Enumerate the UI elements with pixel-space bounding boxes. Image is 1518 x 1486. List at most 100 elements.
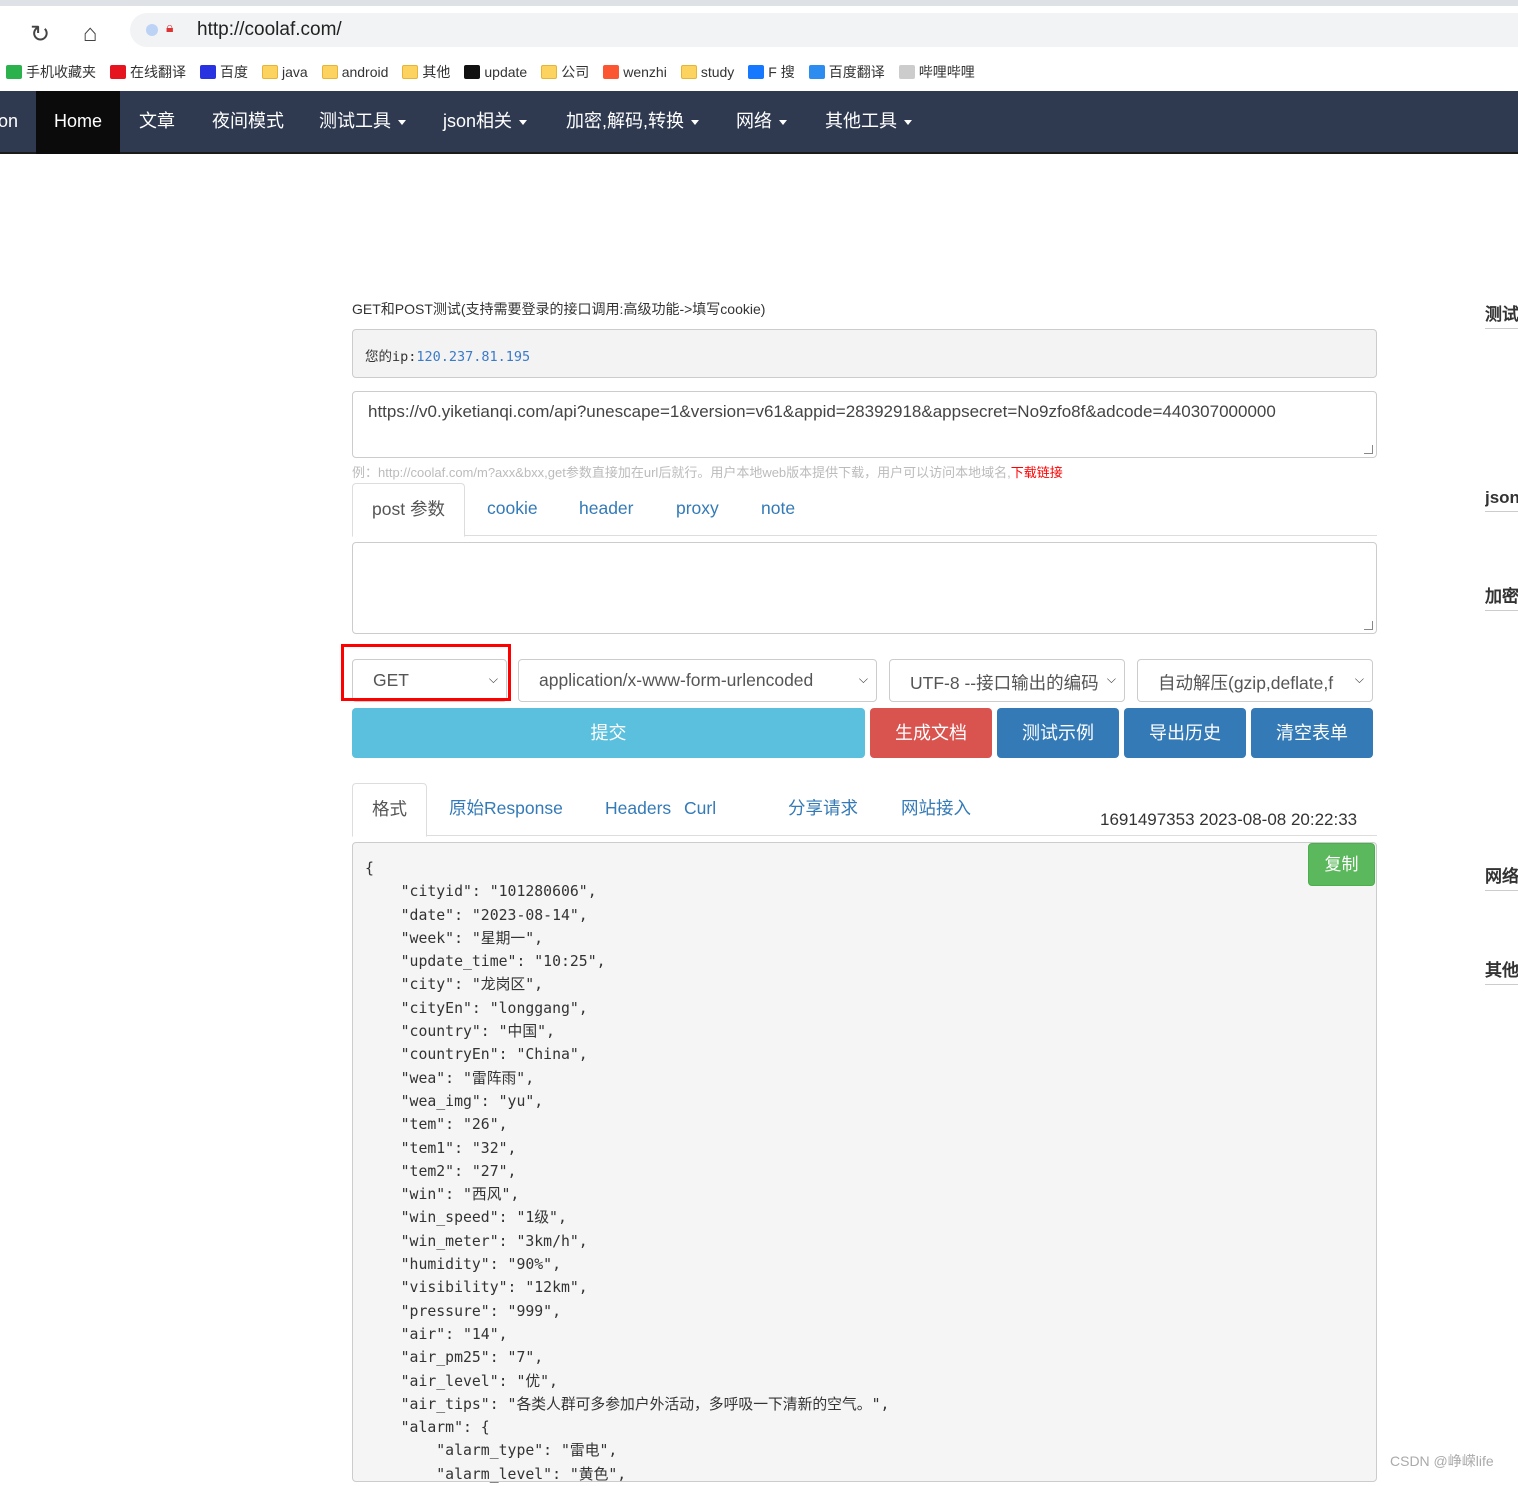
- response-line: "update_time": "10:25",: [365, 953, 606, 971]
- site-info-icon[interactable]: [146, 24, 158, 36]
- response-tab[interactable]: 分享请求: [769, 783, 877, 836]
- bookmark-item[interactable]: 在线翻译: [110, 62, 186, 82]
- clear-form-button[interactable]: 清空表单: [1251, 708, 1373, 758]
- nav-item[interactable]: 网络: [736, 91, 787, 154]
- sidebar-heading[interactable]: 其他: [1485, 956, 1518, 985]
- response-line: "win_speed": "1级",: [365, 1209, 567, 1227]
- address-bar[interactable]: 🔒︎ http://coolaf.com/: [130, 13, 1518, 47]
- nav-item-label: Home: [53, 111, 102, 131]
- content-type-value: application/x-www-form-urlencoded: [539, 670, 814, 690]
- sidebar-heading[interactable]: 加密: [1485, 582, 1518, 611]
- caret-down-icon: [691, 119, 700, 125]
- export-history-button[interactable]: 导出历史: [1124, 708, 1246, 758]
- decompress-select[interactable]: 自动解压(gzip,deflate,f ⌵: [1137, 659, 1373, 702]
- nav-item-label: json相关: [443, 111, 513, 131]
- bookmark-label: java: [282, 64, 308, 80]
- bookmark-item[interactable]: F 搜: [748, 62, 795, 82]
- nav-item[interactable]: 文章: [139, 91, 175, 154]
- folder-icon: [321, 65, 338, 79]
- bookmark-label: android: [341, 64, 389, 80]
- url-input-value[interactable]: https://v0.yiketianqi.com/api?unescape=1…: [368, 402, 1276, 421]
- nav-item[interactable]: 测试工具: [319, 91, 406, 154]
- download-link[interactable]: 下载链接: [1011, 465, 1063, 480]
- hint-text: 例：http://coolaf.com/m?axx&bxx,get参数直接加在u…: [352, 465, 1011, 480]
- bookmark-label: 其他: [422, 64, 451, 80]
- bookmark-item[interactable]: 公司: [541, 62, 589, 82]
- response-tab[interactable]: 格式: [352, 783, 427, 837]
- copy-button[interactable]: 复制: [1308, 843, 1375, 886]
- github-icon: [464, 65, 481, 79]
- bookmark-item[interactable]: android: [321, 64, 389, 80]
- response-line: "wea": "雷阵雨",: [365, 1069, 535, 1087]
- page-icon: [898, 65, 915, 79]
- bookmark-item[interactable]: java: [262, 64, 308, 80]
- resize-handle-icon[interactable]: [1364, 445, 1373, 454]
- resize-handle-icon[interactable]: [1364, 621, 1373, 630]
- nav-item-label: 其他工具: [825, 111, 897, 131]
- content-type-select[interactable]: application/x-www-form-urlencoded ⌵: [518, 659, 877, 702]
- home-icon[interactable]: ⌂: [75, 20, 105, 48]
- response-body[interactable]: { "cityid": "101280606", "date": "2023-0…: [352, 842, 1377, 1483]
- response-line: "tem": "26",: [365, 1116, 508, 1134]
- post-body-input[interactable]: [352, 542, 1377, 634]
- bookmark-item[interactable]: 百度翻译: [808, 62, 885, 82]
- nav-item[interactable]: 夜间模式: [212, 91, 284, 154]
- response-line: "air_pm25": "7",: [365, 1349, 544, 1367]
- bookmark-item[interactable]: 其他: [402, 62, 450, 82]
- bookmark-item[interactable]: wenzhi: [603, 64, 667, 80]
- response-tab[interactable]: 原始Response: [430, 783, 582, 836]
- request-tab[interactable]: post 参数: [352, 483, 465, 537]
- response-line: "city": "龙岗区",: [365, 976, 544, 994]
- highlight-box: [341, 644, 511, 701]
- sidebar-heading[interactable]: 网络: [1485, 862, 1518, 891]
- response-line: "countryEn": "China",: [365, 1046, 588, 1064]
- request-tab[interactable]: note: [742, 483, 814, 536]
- browser-toolbar: ↻ ⌂ 🔒︎ http://coolaf.com/: [0, 6, 1518, 54]
- encoding-select[interactable]: UTF-8 --接口输出的编码 ⌵: [889, 659, 1125, 702]
- caret-down-icon: [519, 119, 528, 125]
- response-tab[interactable]: 网站接入: [882, 783, 990, 836]
- test-example-button[interactable]: 测试示例: [997, 708, 1119, 758]
- response-timestamp: 1691497353 2023-08-08 20:22:33: [1100, 810, 1358, 829]
- url-input[interactable]: https://v0.yiketianqi.com/api?unescape=1…: [352, 391, 1377, 458]
- response-line: {: [365, 860, 374, 877]
- baidu-paw-icon: [200, 65, 216, 79]
- bookmark-item[interactable]: 百度: [200, 62, 248, 82]
- url-text[interactable]: http://coolaf.com/: [197, 19, 342, 41]
- folder-icon: [680, 65, 697, 79]
- folder-icon: [541, 65, 558, 79]
- folder-icon: [402, 65, 419, 79]
- chevron-down-icon: ⌵: [1350, 672, 1364, 687]
- bookmark-item[interactable]: update: [464, 64, 527, 80]
- sidebar-heading[interactable]: json: [1485, 488, 1518, 512]
- generate-doc-button[interactable]: 生成文档: [870, 708, 992, 758]
- response-line: "air_level": "优",: [365, 1372, 558, 1390]
- sidebar-heading[interactable]: 测试: [1485, 300, 1518, 329]
- encoding-value: UTF-8 --接口输出的编码: [910, 673, 1099, 693]
- nav-item[interactable]: 其他工具: [825, 91, 912, 154]
- nav-brand[interactable]: on: [0, 91, 18, 154]
- response-line: "visibility": "12km",: [365, 1279, 588, 1297]
- page-intro: GET和POST测试(支持需要登录的接口调用:高级功能->填写cookie): [352, 301, 766, 317]
- bookmark-item[interactable]: 手机收藏夹: [6, 62, 96, 82]
- nav-item-label: 夜间模式: [212, 111, 284, 131]
- response-line: "country": "中国",: [365, 1023, 555, 1041]
- request-tab[interactable]: header: [560, 483, 653, 536]
- chevron-down-icon: ⌵: [1102, 672, 1116, 687]
- response-tab[interactable]: Curl: [665, 783, 735, 836]
- ip-value: 120.237.81.195: [416, 349, 531, 365]
- bookmark-label: 百度翻译: [828, 64, 885, 80]
- request-tab[interactable]: cookie: [468, 483, 557, 536]
- reload-icon[interactable]: ↻: [25, 20, 55, 49]
- nav-item[interactable]: json相关: [443, 91, 528, 154]
- submit-button[interactable]: 提交: [352, 708, 865, 758]
- response-line: "tem2": "27",: [365, 1162, 517, 1180]
- nav-item[interactable]: 加密,解码,转换: [566, 91, 700, 154]
- response-line: "tem1": "32",: [365, 1139, 517, 1157]
- response-line: "cityid": "101280606",: [365, 883, 597, 901]
- bookmark-item[interactable]: 哔哩哔哩: [898, 62, 975, 82]
- bookmark-item[interactable]: study: [680, 64, 734, 80]
- caret-down-icon: [779, 119, 787, 125]
- request-tab[interactable]: proxy: [657, 483, 738, 536]
- nav-item[interactable]: Home: [36, 91, 120, 154]
